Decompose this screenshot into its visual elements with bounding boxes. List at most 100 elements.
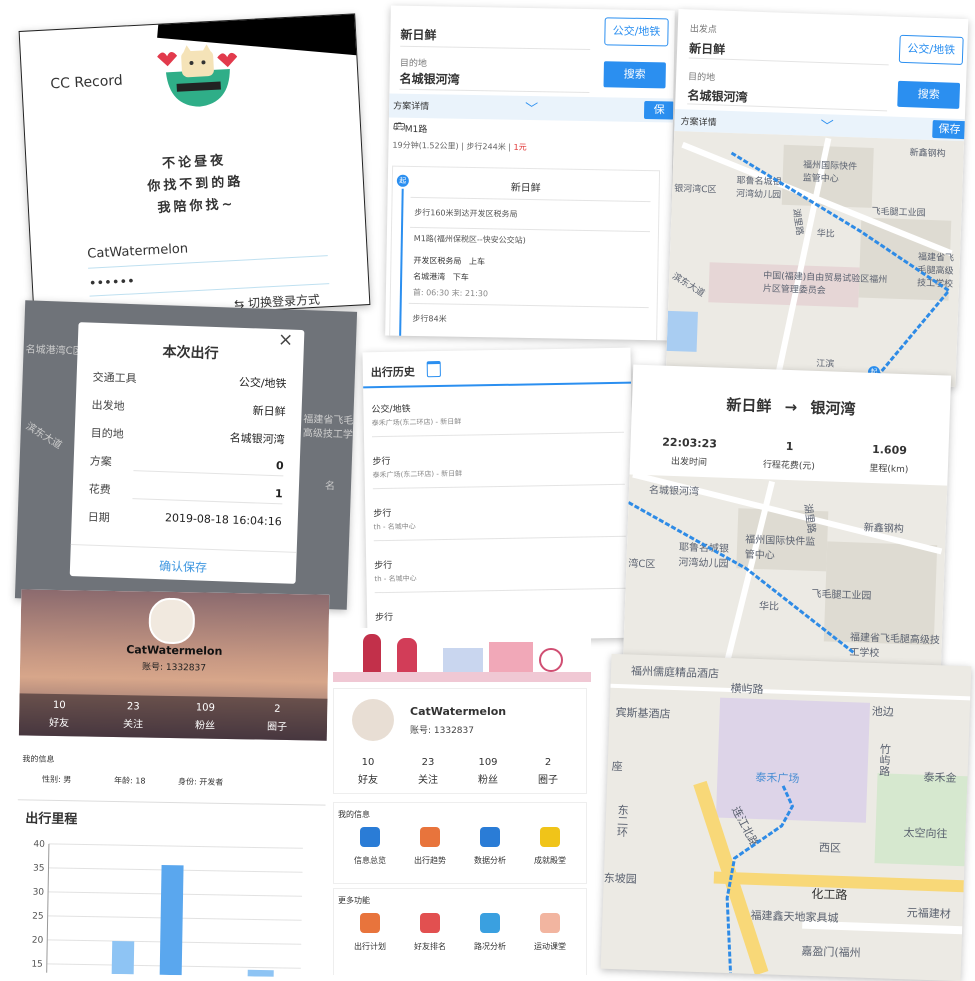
menu-stat-label[interactable]: 好友 — [338, 771, 398, 786]
summary-to: 银河湾 — [810, 398, 856, 419]
menu-item[interactable]: 出行计划 — [340, 911, 400, 961]
avatar[interactable] — [352, 699, 394, 741]
my-info-title: 我的信息 — [338, 810, 370, 819]
more-card: 更多功能 出行计划 好友排名 路况分析 运动课堂 — [333, 888, 587, 975]
menu-stat-value: 109 — [478, 757, 498, 768]
search-button[interactable]: 搜索 — [603, 61, 666, 89]
menu-item[interactable]: 路况分析 — [460, 911, 520, 961]
header-stat-label[interactable]: 圈子 — [247, 717, 307, 733]
profile-banner: CatWatermelon 账号: 1332837 10 好友 23 关注 109 粉丝 2… — [18, 589, 330, 741]
menu-stat-value: 2 — [544, 757, 552, 768]
alight-stop: 名城港湾 下车 — [413, 271, 469, 282]
chart-bar[interactable] — [111, 940, 135, 976]
history-divider — [372, 483, 625, 490]
menu-item[interactable]: 成就殿堂 — [520, 825, 580, 875]
arrow-right-icon: → — [784, 397, 798, 417]
username-input[interactable]: CatWatermelon — [86, 234, 328, 269]
header-stat-value: 109 — [195, 702, 215, 714]
illustration-banner — [333, 628, 591, 686]
summary-stat-label: 行程花费(元) — [762, 460, 816, 472]
bg-label-4: 高级技工学 — [302, 428, 353, 441]
chart-bar[interactable] — [159, 865, 184, 977]
chart-title: 出行里程 — [25, 811, 78, 828]
avatar[interactable] — [148, 597, 196, 645]
y-tick-label: 40 — [33, 840, 45, 850]
bar-trend-icon — [420, 827, 440, 847]
bg-label-5: 名 — [324, 480, 336, 493]
to-value: 名城银河湾 — [687, 88, 748, 105]
map-icon — [480, 913, 500, 933]
history-divider — [373, 535, 626, 542]
history-item[interactable]: 步行 th - 名城中心 — [366, 552, 635, 605]
y-tick-label: 20 — [32, 936, 44, 946]
save-button[interactable]: 保 — [643, 100, 675, 120]
from-value: 新日鲜 — [400, 27, 437, 43]
menu-stat-label[interactable]: 关注 — [398, 771, 458, 786]
route-map[interactable]: 新鑫钢构 福州国际快件监管中心 耶鲁名城银河湾幼儿园 华比 飞毛腿工业园 中国(… — [665, 130, 965, 387]
menu-item[interactable]: 数据分析 — [460, 825, 520, 875]
route-line — [627, 501, 855, 654]
menu-item-label: 信息总览 — [354, 856, 386, 865]
menu-item-label: 数据分析 — [474, 856, 506, 865]
trip-row-label: 目的地 — [90, 426, 124, 441]
history-mode: 步行 — [373, 508, 392, 520]
mode-button[interactable]: 公交/地铁 — [604, 17, 669, 47]
history-mode: 步行 — [374, 560, 393, 572]
bg-label-2: 滨东大道 — [23, 420, 64, 452]
mode-button[interactable]: 公交/地铁 — [898, 34, 964, 66]
chart-bar[interactable] — [247, 969, 274, 978]
plan-details-label: 方案详情 — [393, 101, 430, 113]
calendar-icon — [426, 360, 441, 378]
summary-map[interactable]: 名城银河湾 湖里路 新鑫钢构 福州国际快件监管中心 耶鲁名城银河湾幼儿园 湾C区… — [622, 471, 948, 676]
menu-item-label: 路况分析 — [474, 942, 506, 951]
bg-label-1: 名城港湾C区 — [25, 344, 83, 358]
trip-dialog: × 本次出行 交通工具 公交/地铁 出发地 新日鲜 目的地 名城银河湾 方案 0 花费 1 日期 20… — [69, 322, 305, 584]
profile-account: 账号: 1332837 — [410, 726, 474, 736]
row-underline — [132, 498, 283, 505]
mileage-chart: 40 35 30 25 20 15 — [31, 840, 303, 978]
search-button[interactable]: 搜索 — [897, 80, 961, 109]
cat-logo — [157, 43, 241, 117]
menu-stat-label[interactable]: 粉丝 — [458, 771, 518, 786]
menu-item[interactable]: 出行趋势 — [400, 825, 460, 875]
menu-stat-label[interactable]: 圈子 — [518, 771, 578, 786]
chevron-down-icon: ﹀ — [524, 101, 539, 118]
history-item[interactable]: 步行 th - 名城中心 — [365, 500, 634, 553]
trip-rows: 交通工具 公交/地铁 出发地 新日鲜 目的地 名城银河湾 方案 0 花费 1 日期 2019-08-1… — [79, 322, 305, 529]
history-item[interactable]: 步行 泰禾广场(东二环店) - 新日鲜 — [364, 448, 633, 501]
trip-row-label: 花费 — [88, 482, 111, 497]
summary-route: 新日鲜 → 银河湾 — [632, 391, 951, 423]
profile-menu-panel: CatWatermelon 账号: 1332837 10 好友 23 关注 109 粉丝 2… — [333, 628, 591, 975]
route-fare: 1元 — [513, 142, 527, 152]
profile-card: CatWatermelon 账号: 1332837 10 好友 23 关注 109 粉丝 2… — [333, 688, 587, 794]
login-panel: CC Record 不论昼夜 你找不到的路 我陪你找~ CatWatermelo… — [18, 13, 371, 323]
menu-item-label: 好友排名 — [414, 942, 446, 951]
trip-dialog-panel: 名城港湾C区 滨东大道 福建省飞毛 高级技工学 名 × 本次出行 交通工具 公交/… — [14, 300, 358, 610]
trip-row-value: 新日鲜 — [252, 404, 286, 419]
header-stat-label[interactable]: 好友 — [29, 713, 89, 729]
history-title: 出行历史 — [370, 365, 415, 380]
history-mode: 步行 — [375, 612, 394, 624]
plan-details-bar[interactable]: 方案详情 ﹀ 保 — [388, 93, 675, 123]
profile-account: 账号: 1332837 — [141, 662, 207, 674]
history-divider — [374, 587, 627, 594]
menu-item[interactable]: 信息总览 — [340, 825, 400, 875]
history-mode: 公交/地铁 — [371, 404, 411, 416]
menu-item[interactable]: 运动课堂 — [520, 911, 580, 961]
walk-map-panel[interactable]: 福州儒庭精品酒店 横屿路 宾斯基酒店 池边 座 竹屿路 泰禾金 泰禾广场 西区 … — [600, 653, 972, 981]
header-stat-value: 2 — [274, 703, 281, 715]
menu-item-label: 出行计划 — [354, 942, 386, 951]
header-stat-label[interactable]: 粉丝 — [175, 716, 235, 732]
bus-icon: 🚌︎ — [392, 121, 406, 133]
history-item[interactable]: 公交/地铁 泰禾广场(东二环店) - 新日鲜 — [363, 396, 632, 449]
summary-stat-label: 里程(km) — [869, 463, 909, 476]
grid-line — [48, 843, 303, 849]
trip-summary-panel: 新日鲜 → 银河湾 22:03:23 出发时间 1 行程花费(元) 1.609 里程(km… — [622, 364, 952, 676]
confirm-save-button[interactable]: 确认保存 — [70, 554, 296, 579]
header-stat-label[interactable]: 关注 — [103, 715, 163, 731]
medal-icon — [540, 827, 560, 847]
menu-item[interactable]: 好友排名 — [400, 911, 460, 961]
dialog-title: 本次出行 — [162, 344, 219, 363]
save-button[interactable]: 保存 — [932, 119, 967, 140]
plan-details-label: 方案详情 — [680, 117, 717, 129]
